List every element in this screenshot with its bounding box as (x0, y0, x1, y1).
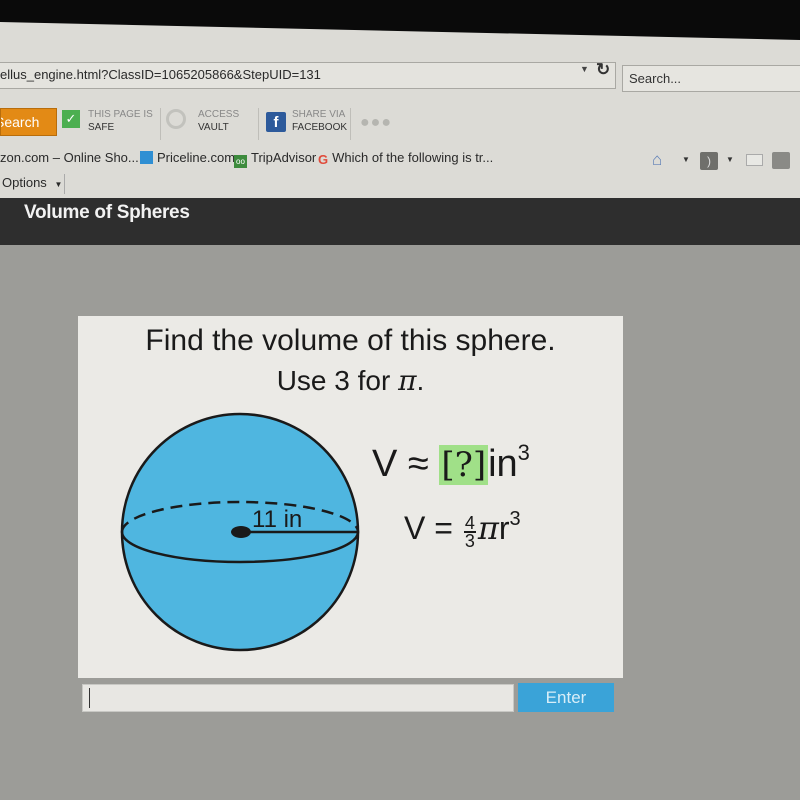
sphere-diagram: 11 in (120, 412, 360, 652)
address-bar[interactable]: ellus_engine.html?ClassID=1065205866&Ste… (0, 62, 616, 89)
vault-line2: VAULT (198, 122, 229, 133)
access-vault-button[interactable]: ACCESS VAULT (198, 108, 239, 142)
browser-search-input[interactable]: Search... (622, 65, 800, 92)
options-bar: Options ▼ (0, 172, 800, 196)
rss-feed-icon[interactable]: ) (700, 152, 718, 170)
formula-lhs: V ≈ (372, 443, 440, 485)
formula-variable: r (498, 510, 510, 546)
favorite-tripadvisor[interactable]: oo TripAdvisor (234, 150, 316, 168)
favorites-bar: zon.com – Online Sho... Priceline.com oo… (0, 148, 800, 172)
rss-dropdown-icon[interactable]: ▼ (726, 155, 734, 164)
fraction-denominator: 3 (464, 531, 475, 551)
volume-formula: V = 4 3 πr3 (404, 508, 521, 551)
home-dropdown-icon[interactable]: ▼ (682, 155, 690, 164)
instruction-text: Use 3 for (276, 365, 399, 396)
home-icon[interactable]: ⌂ (652, 150, 672, 169)
extension-toolbar: Search ✓ THIS PAGE IS SAFE ACCESS VAULT … (0, 104, 800, 144)
favorite-label: TripAdvisor (251, 150, 317, 165)
favorite-google-search[interactable]: G Which of the following is tr... (318, 150, 494, 167)
safe-page-button[interactable]: THIS PAGE IS SAFE (88, 108, 153, 142)
toolbar-divider (258, 108, 259, 140)
facebook-line1: SHARE VIA (292, 109, 346, 120)
vault-line1: ACCESS (198, 109, 240, 120)
favorite-amazon[interactable]: zon.com – Online Sho... (0, 150, 139, 165)
search-placeholder: Search... (629, 71, 682, 86)
toolbar-search-button[interactable]: Search (0, 108, 57, 136)
share-facebook-button[interactable]: SHARE VIA FACEBOOK (292, 108, 347, 142)
options-label: Options (2, 175, 47, 190)
formula-lhs: V = (404, 510, 462, 546)
printer-icon[interactable] (772, 152, 790, 169)
facebook-line2: FACEBOOK (292, 122, 348, 133)
toolbar-divider (350, 108, 351, 140)
options-divider (64, 174, 65, 194)
pi-symbol: π (398, 364, 417, 397)
favorite-priceline[interactable]: Priceline.com (140, 150, 235, 165)
answer-formula: V ≈ [?]in3 (372, 440, 530, 486)
answer-input[interactable] (82, 684, 514, 712)
mail-icon[interactable] (746, 154, 763, 166)
center-point (231, 526, 251, 538)
browser-screen: ellus_engine.html?ClassID=1065205866&Ste… (0, 22, 800, 800)
refresh-icon[interactable]: ↻ (596, 60, 610, 80)
radius-label: 11 in (252, 506, 302, 533)
instruction-period: . (416, 365, 425, 396)
pi-symbol: π (477, 509, 499, 547)
favorite-label: zon.com – Online Sho... (0, 150, 139, 165)
formula-exponent: 3 (509, 508, 521, 530)
fraction: 43 (463, 514, 476, 551)
facebook-icon: f (266, 112, 286, 132)
question-prompt: Find the volume of this sphere. (145, 324, 556, 357)
lesson-header: Volume of Spheres (0, 198, 800, 245)
vault-icon (166, 109, 186, 129)
formula-exponent: 3 (517, 440, 530, 465)
favorite-label: Which of the following is tr... (332, 150, 494, 165)
toolbar-search-label: Search (1, 114, 40, 130)
tripadvisor-icon: oo (234, 155, 247, 168)
answer-placeholder: [?] (439, 445, 489, 485)
address-bar-row: ellus_engine.html?ClassID=1065205866&Ste… (0, 52, 800, 98)
enter-button[interactable]: Enter (518, 683, 614, 712)
checkmark-icon: ✓ (62, 110, 80, 128)
chevron-down-icon: ▼ (54, 180, 63, 189)
priceline-icon (140, 151, 153, 164)
toolbar-divider (160, 108, 161, 140)
more-options-icon[interactable]: ●●● (360, 114, 392, 132)
safe-line1: THIS PAGE IS (88, 109, 153, 120)
text-cursor (89, 688, 90, 708)
options-menu[interactable]: Options ▼ (2, 175, 62, 190)
address-url: ellus_engine.html?ClassID=1065205866&Ste… (0, 67, 321, 82)
address-dropdown-icon[interactable]: ▼ (580, 64, 589, 74)
safe-line2: SAFE (88, 122, 115, 133)
google-icon: G (318, 152, 329, 167)
formula-unit: in (488, 443, 518, 485)
page-title: Volume of Spheres (24, 202, 190, 223)
question-instruction: Use 3 for π. (78, 364, 623, 397)
favorite-label: Priceline.com (157, 150, 236, 165)
